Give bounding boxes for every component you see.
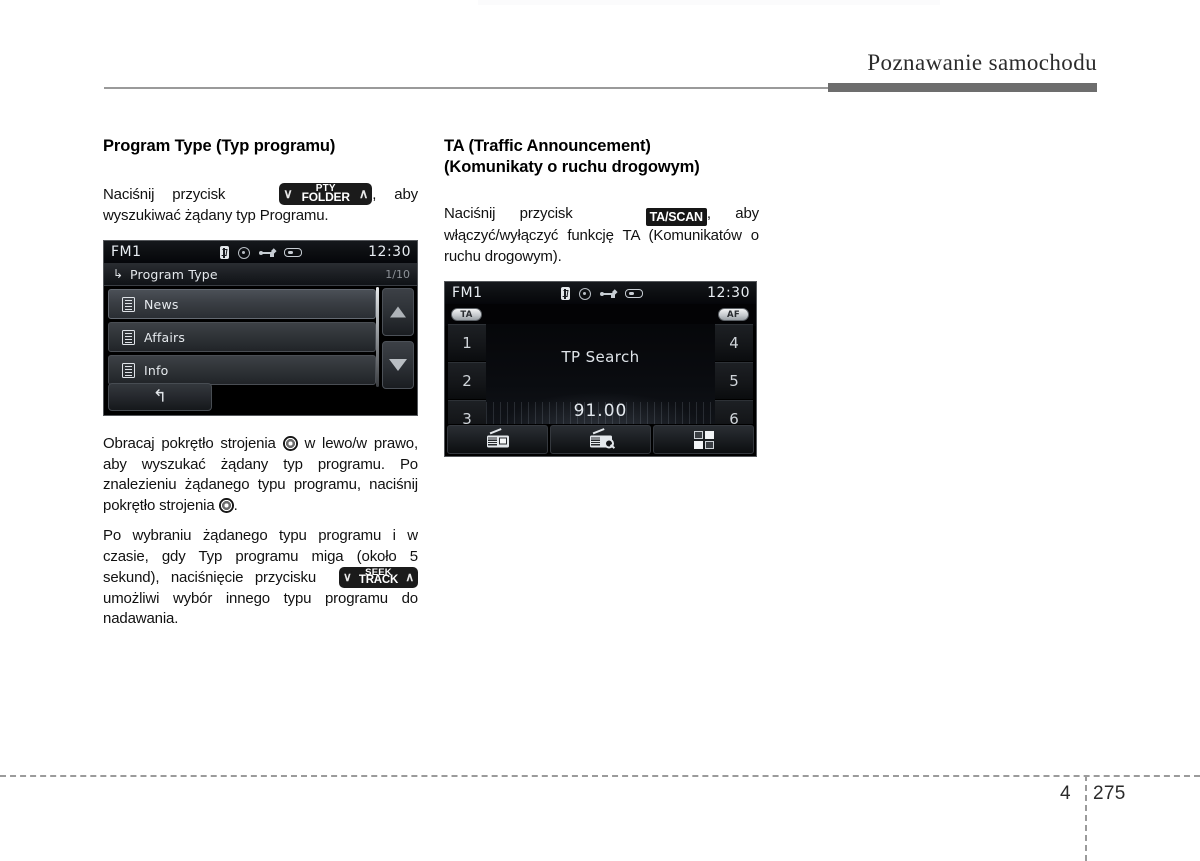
paragraph-press-pty: Naciśnij przycisk ∨ PTY FOLDER ∧, aby wyszu… (103, 183, 418, 226)
top-edge-band (478, 0, 940, 5)
head-unit-screen-program-type[interactable]: FM1 12:30 ↳ Program Type 1/10 News Affai… (103, 240, 418, 416)
screen2-clock: 12:30 (707, 285, 750, 301)
screen2-status-bar: FM1 12:30 (445, 282, 756, 305)
ta-scan-key: TA/SCAN (645, 208, 707, 226)
screen2-source-label: FM1 (452, 285, 483, 301)
screen2-bottom-bar (445, 424, 756, 456)
paragraph-tuning-knob: Obracaj pokrętło strojenia w lewo/w praw… (103, 434, 418, 516)
device-icon (625, 289, 643, 298)
preset-button[interactable]: 1 (448, 324, 486, 361)
footer-dashed-rule (0, 775, 1200, 777)
disc-icon (579, 287, 591, 300)
bluetooth-icon (220, 246, 229, 259)
left-column: Program Type (Typ programu) Naciśnij prz… (103, 136, 418, 630)
list-item[interactable]: Affairs (108, 322, 376, 352)
tp-search-status-text: TP Search (561, 348, 640, 366)
preset-label: 2 (462, 372, 472, 390)
menu-button[interactable] (653, 425, 754, 454)
head-unit-screen-tp-search[interactable]: FM1 12:30 TA AF 1 2 3 4 5 6 TP Search 91 (444, 281, 757, 457)
radio-scan-button[interactable] (550, 425, 651, 454)
preset-label: 5 (729, 372, 739, 390)
triangle-down-icon (389, 359, 407, 371)
scrollbar-track[interactable] (376, 287, 379, 387)
screen1-clock: 12:30 (368, 244, 411, 260)
header-rule-thin (104, 87, 828, 89)
list-item-label: Info (144, 363, 169, 378)
list-item[interactable]: Info (108, 355, 376, 385)
radio-icon (486, 427, 509, 447)
paragraph-press-tascan: Naciśnij przycisk TA/SCAN, aby włączyć/w… (444, 204, 759, 267)
paragraph-press-pty-before: Naciśnij przycisk (103, 186, 226, 203)
return-arrow-icon: ↰ (152, 386, 168, 407)
tuning-knob-icon (218, 497, 234, 513)
section-title-program-type: Program Type (Typ programu) (103, 137, 336, 155)
paragraph-press-tascan-before: Naciśnij przycisk (444, 205, 573, 222)
chapter-number: 4 (1060, 783, 1071, 804)
pty-folder-key: ∨ PTY FOLDER ∧ (279, 183, 373, 205)
program-type-list: News Affairs Info (108, 289, 376, 388)
header-rule-thick (828, 83, 1097, 92)
running-title: Poznawanie samochodu (867, 50, 1097, 75)
list-item-icon (122, 297, 135, 312)
af-status-badge[interactable]: AF (718, 308, 749, 321)
screen2-status-icons (561, 286, 643, 301)
radio-scan-icon (589, 427, 614, 448)
list-header-title: Program Type (130, 267, 218, 282)
seek-track-key: ∨ SEEK TRACK ∧ (339, 567, 418, 588)
page-number: 275 (1093, 783, 1126, 804)
screen1-back-button[interactable]: ↰ (108, 383, 212, 411)
preset-column-right: 4 5 6 (715, 324, 753, 438)
display-grid-decoration (486, 402, 715, 424)
section-title-ta: TA (Traffic Announcement) (Komunikaty o r… (444, 136, 759, 178)
seek-track-key-right-chevron: ∧ (405, 570, 414, 584)
list-item-label: News (144, 297, 179, 312)
pty-folder-key-right-chevron: ∧ (358, 186, 369, 201)
ta-status-badge[interactable]: TA (451, 308, 482, 321)
footer-vertical-dashed-rule (1085, 775, 1087, 861)
radio-button[interactable] (447, 425, 548, 454)
disc-icon (238, 246, 250, 259)
usb-icon (600, 288, 617, 299)
paragraph-seek-track-after: umożliwi wybór innego typu programu do n… (103, 589, 418, 628)
preset-label: 4 (729, 334, 739, 352)
list-item-icon (122, 330, 135, 345)
list-header-count: 1/10 (385, 268, 410, 281)
running-header: Poznawanie samochodu (104, 50, 1097, 95)
list-item-icon (122, 363, 135, 378)
section-title-ta-line2: (Komunikaty o ruchu drogowym) (444, 158, 700, 176)
preset-column-left: 1 2 3 (448, 324, 486, 438)
usb-icon (259, 247, 276, 258)
right-column: TA (Traffic Announcement) (Komunikaty o r… (444, 136, 759, 457)
paragraph-tuning-knob-start: Obracaj pokrętło strojenia (103, 435, 276, 452)
scroll-up-button[interactable] (382, 288, 414, 336)
list-back-arrow-icon[interactable]: ↳ (113, 268, 123, 280)
screen1-source-label: FM1 (111, 244, 142, 260)
preset-button[interactable]: 5 (715, 362, 753, 399)
list-scroll-controls[interactable] (376, 287, 414, 391)
device-icon (284, 248, 302, 257)
list-item-label: Affairs (144, 330, 186, 345)
radio-display-area: TP Search 91.00 (486, 324, 715, 424)
section-title-ta-line1: TA (Traffic Announcement) (444, 137, 651, 155)
bluetooth-icon (561, 287, 570, 300)
preset-button[interactable]: 4 (715, 324, 753, 361)
screen1-status-bar: FM1 12:30 (104, 241, 417, 264)
screen2-tag-row: TA AF (445, 304, 756, 326)
list-item[interactable]: News (108, 289, 376, 319)
paragraph-tuning-knob-end: . (233, 496, 238, 514)
grid-menu-icon (693, 430, 714, 449)
paragraph-seek-track: Po wybraniu żądanego typu programu i w c… (103, 526, 418, 630)
scroll-down-button[interactable] (382, 341, 414, 389)
preset-label: 1 (462, 334, 472, 352)
tuning-knob-icon (282, 436, 298, 451)
preset-button[interactable]: 2 (448, 362, 486, 399)
screen1-list-header: ↳ Program Type 1/10 (104, 263, 417, 286)
triangle-up-icon (390, 306, 406, 318)
screen1-status-icons (220, 245, 302, 260)
